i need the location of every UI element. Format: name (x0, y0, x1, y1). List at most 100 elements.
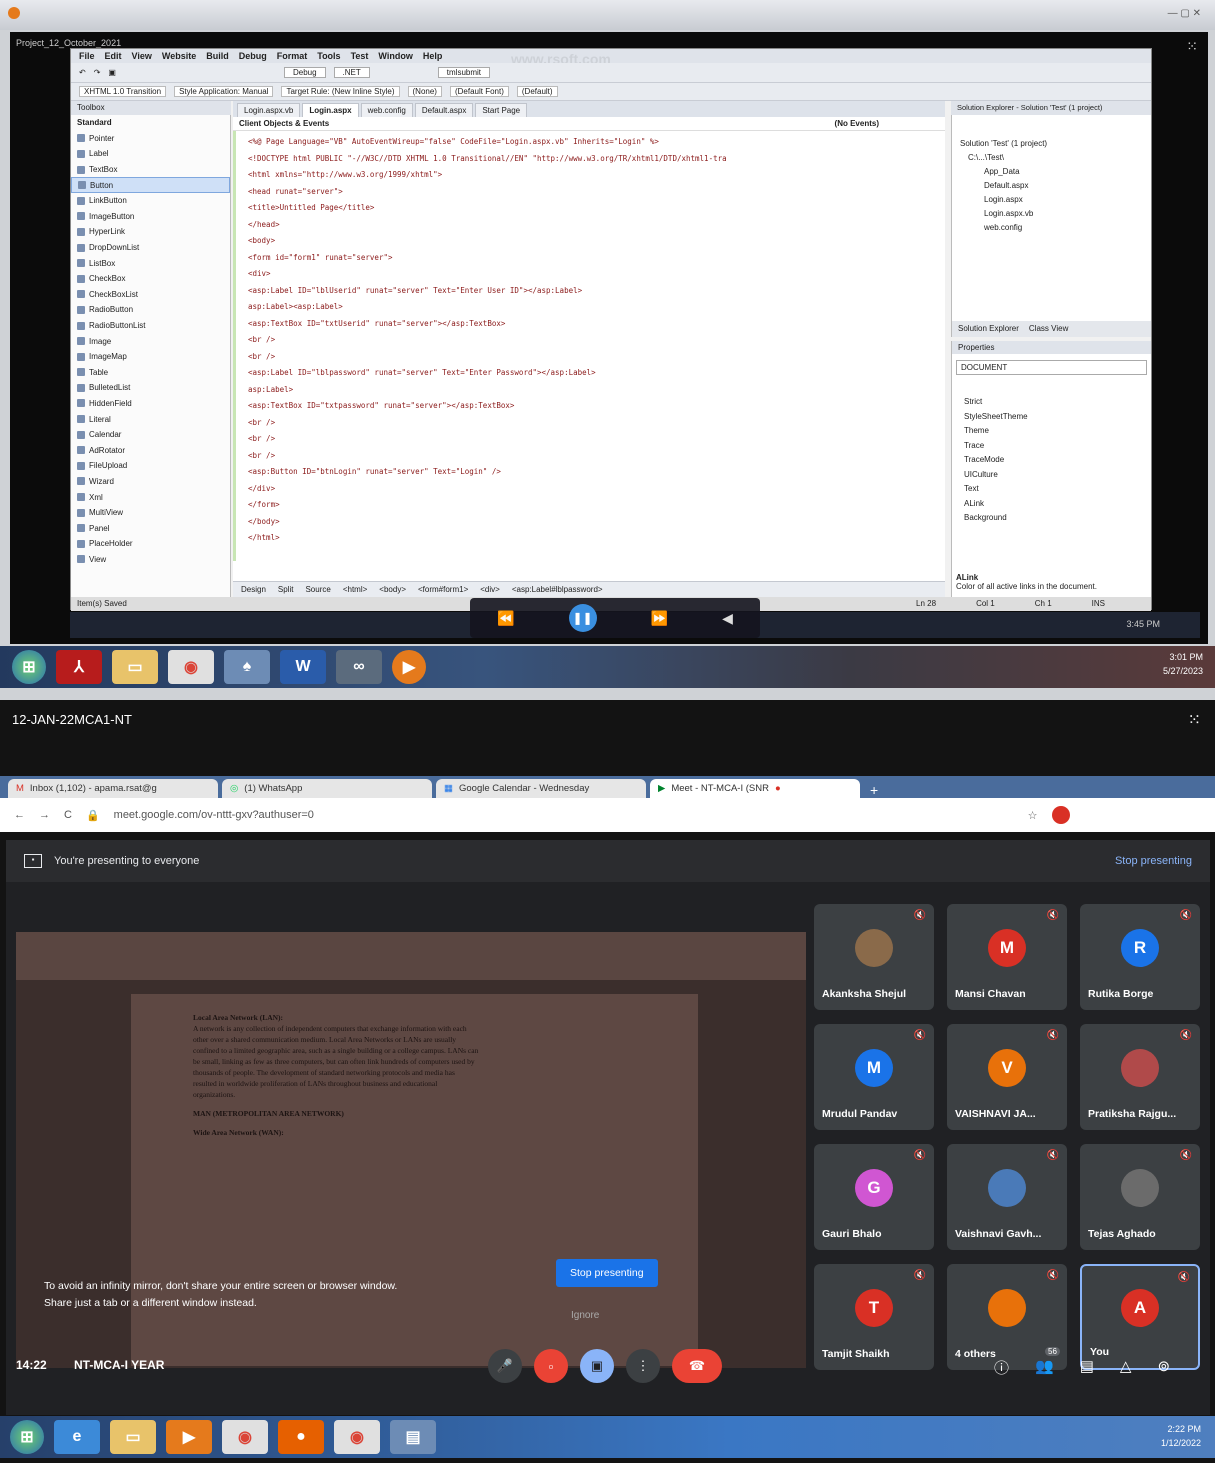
app-icon[interactable]: ▤ (390, 1420, 436, 1454)
ie-icon[interactable]: e (54, 1420, 100, 1454)
property-row[interactable]: ALink (964, 497, 1151, 512)
back-icon[interactable]: ← (14, 809, 25, 821)
solution-item[interactable]: Login.aspx.vb (960, 207, 1151, 221)
format-toolbar-item[interactable]: Style Application: Manual (174, 86, 274, 97)
grid-icon[interactable]: ⁙ (1186, 38, 1198, 55)
toolbox-item[interactable]: Xml (71, 489, 230, 505)
menu-item[interactable]: Build (206, 51, 229, 61)
menu-item[interactable]: Test (351, 51, 369, 61)
reload-icon[interactable]: C (64, 809, 72, 821)
menu-item[interactable]: Tools (317, 51, 340, 61)
chrome-icon[interactable]: ◉ (168, 650, 214, 684)
toolbox-item[interactable]: Literal (71, 411, 230, 427)
firefox-icon[interactable]: ● (278, 1420, 324, 1454)
format-toolbar-item[interactable]: XHTML 1.0 Transition (79, 86, 167, 97)
chat-icon[interactable]: ▤ (1080, 1357, 1094, 1378)
redo-icon[interactable]: ↷ (94, 68, 101, 77)
start-orb-icon[interactable]: ⊞ (10, 1420, 44, 1454)
view-tab[interactable]: <form#form1> (418, 585, 468, 594)
participant-tile[interactable]: 🔇 R Rutika Borge (1080, 904, 1200, 1010)
toolbox-item[interactable]: PlaceHolder (71, 536, 230, 552)
toolbox-item[interactable]: Table (71, 365, 230, 381)
client-objects-dropdown[interactable]: Client Objects & Events (239, 119, 329, 128)
toolbox-item[interactable]: View (71, 552, 230, 568)
toolbox-item[interactable]: ListBox (71, 255, 230, 271)
code-area[interactable]: <%@ Page Language="VB" AutoEventWireup="… (233, 131, 945, 561)
toolbox-item[interactable]: AdRotator (71, 442, 230, 458)
forward-icon[interactable]: ⏩ (651, 610, 668, 627)
tab-meet[interactable]: ▶ Meet - NT-MCA-I (SNR ● (650, 779, 860, 798)
tab-class-view[interactable]: Class View (1029, 324, 1068, 334)
view-tab[interactable]: <html> (343, 585, 367, 594)
tab-gmail[interactable]: M Inbox (1,102) - apama.rsat@g (8, 779, 218, 798)
app-icon[interactable]: ♠ (224, 650, 270, 684)
toolbox-item[interactable]: RadioButton (71, 302, 230, 318)
leave-call-button[interactable]: ☎ (672, 1349, 722, 1383)
menu-item[interactable]: Help (423, 51, 443, 61)
property-row[interactable]: Strict (964, 395, 1151, 410)
solution-item[interactable]: Login.aspx (960, 193, 1151, 207)
view-tab[interactable]: <asp:Label#lblpassword> (512, 585, 603, 594)
property-row[interactable]: StyleSheetTheme (964, 410, 1151, 425)
tab-document[interactable]: Default.aspx (414, 103, 474, 117)
property-row[interactable]: Trace (964, 439, 1151, 454)
undo-icon[interactable]: ↶ (79, 68, 86, 77)
toolbox-item[interactable]: TextBox (71, 162, 230, 178)
format-toolbar-item[interactable]: (None) (407, 86, 442, 97)
save-icon[interactable]: ▣ (108, 68, 116, 77)
toolbox-item[interactable]: Label (71, 146, 230, 162)
property-row[interactable]: Text (964, 482, 1151, 497)
window-controls[interactable]: — ▢ ✕ (1168, 8, 1201, 19)
stop-presenting-button[interactable]: Stop presenting (556, 1259, 658, 1287)
view-tab[interactable]: Design (241, 585, 266, 594)
config-dropdown[interactable]: Debug (283, 67, 326, 78)
participant-tile[interactable]: 🔇 M Mrudul Pandav (814, 1024, 934, 1130)
platform-dropdown[interactable]: .NET (333, 67, 370, 78)
format-toolbar-item[interactable]: (Default) (516, 86, 558, 97)
folder-icon[interactable]: ▭ (110, 1420, 156, 1454)
solution-item[interactable]: C:\...\Test\ (960, 151, 1151, 165)
solution-item[interactable]: App_Data (960, 165, 1151, 179)
camera-off-button[interactable]: ▫ (534, 1349, 568, 1383)
url-field[interactable]: meet.google.com/ov-nttt-gxv?authuser=0 (114, 809, 1014, 821)
word-icon[interactable]: W (280, 650, 326, 684)
toolbox-item[interactable]: CheckBoxList (71, 287, 230, 303)
participant-tile[interactable]: 🔇 Vaishnavi Gavh... (947, 1144, 1067, 1250)
participant-tile[interactable]: 🔇 V VAISHNAVI JA... (947, 1024, 1067, 1130)
view-tab[interactable]: Split (278, 585, 294, 594)
new-tab-button[interactable]: + (864, 782, 884, 798)
forward-icon[interactable]: → (39, 809, 50, 821)
property-row[interactable]: Theme (964, 424, 1151, 439)
taskbar-clock[interactable]: 2:22 PM 1/12/2022 (1161, 1422, 1201, 1450)
view-tab[interactable]: <body> (379, 585, 406, 594)
format-toolbar-item[interactable]: Target Rule: (New Inline Style) (281, 86, 400, 97)
menu-item[interactable]: Format (277, 51, 308, 61)
participant-tile[interactable]: 🔇 Akanksha Shejul (814, 904, 934, 1010)
view-tab[interactable]: <div> (480, 585, 500, 594)
tab-document[interactable]: Login.aspx.vb (237, 103, 301, 117)
star-icon[interactable]: ☆ (1028, 809, 1038, 822)
find-box[interactable]: tmlsubmit (437, 67, 491, 78)
mic-button[interactable]: 🎤 (488, 1349, 522, 1383)
toolbox-item[interactable]: Panel (71, 520, 230, 536)
property-row[interactable]: Background (964, 511, 1151, 526)
toolbox-item[interactable]: Image (71, 333, 230, 349)
present-button[interactable]: ▣ (580, 1349, 614, 1383)
toolbox-item[interactable]: HyperLink (71, 224, 230, 240)
folder-icon[interactable]: ▭ (112, 650, 158, 684)
toolbox-item[interactable]: MultiView (71, 505, 230, 521)
toolbox-item[interactable]: ImageButton (71, 209, 230, 225)
toolbox-item[interactable]: Pointer (71, 131, 230, 147)
toolbox-item[interactable]: HiddenField (71, 396, 230, 412)
properties-object-select[interactable]: DOCUMENT (956, 360, 1147, 375)
toolbox-item[interactable]: DropDownList (71, 240, 230, 256)
participant-tile[interactable]: 🔇 M Mansi Chavan (947, 904, 1067, 1010)
toolbox-item[interactable]: FileUpload (71, 458, 230, 474)
pause-icon[interactable]: ❚❚ (568, 604, 597, 632)
chrome-icon[interactable]: ◉ (222, 1420, 268, 1454)
menu-item[interactable]: Window (378, 51, 412, 61)
property-row[interactable]: TraceMode (964, 453, 1151, 468)
toolbox-item[interactable]: ImageMap (71, 349, 230, 365)
participant-tile[interactable]: 🔇 Pratiksha Rajgu... (1080, 1024, 1200, 1130)
taskbar-clock[interactable]: 3:01 PM 5/27/2023 (1163, 650, 1203, 678)
